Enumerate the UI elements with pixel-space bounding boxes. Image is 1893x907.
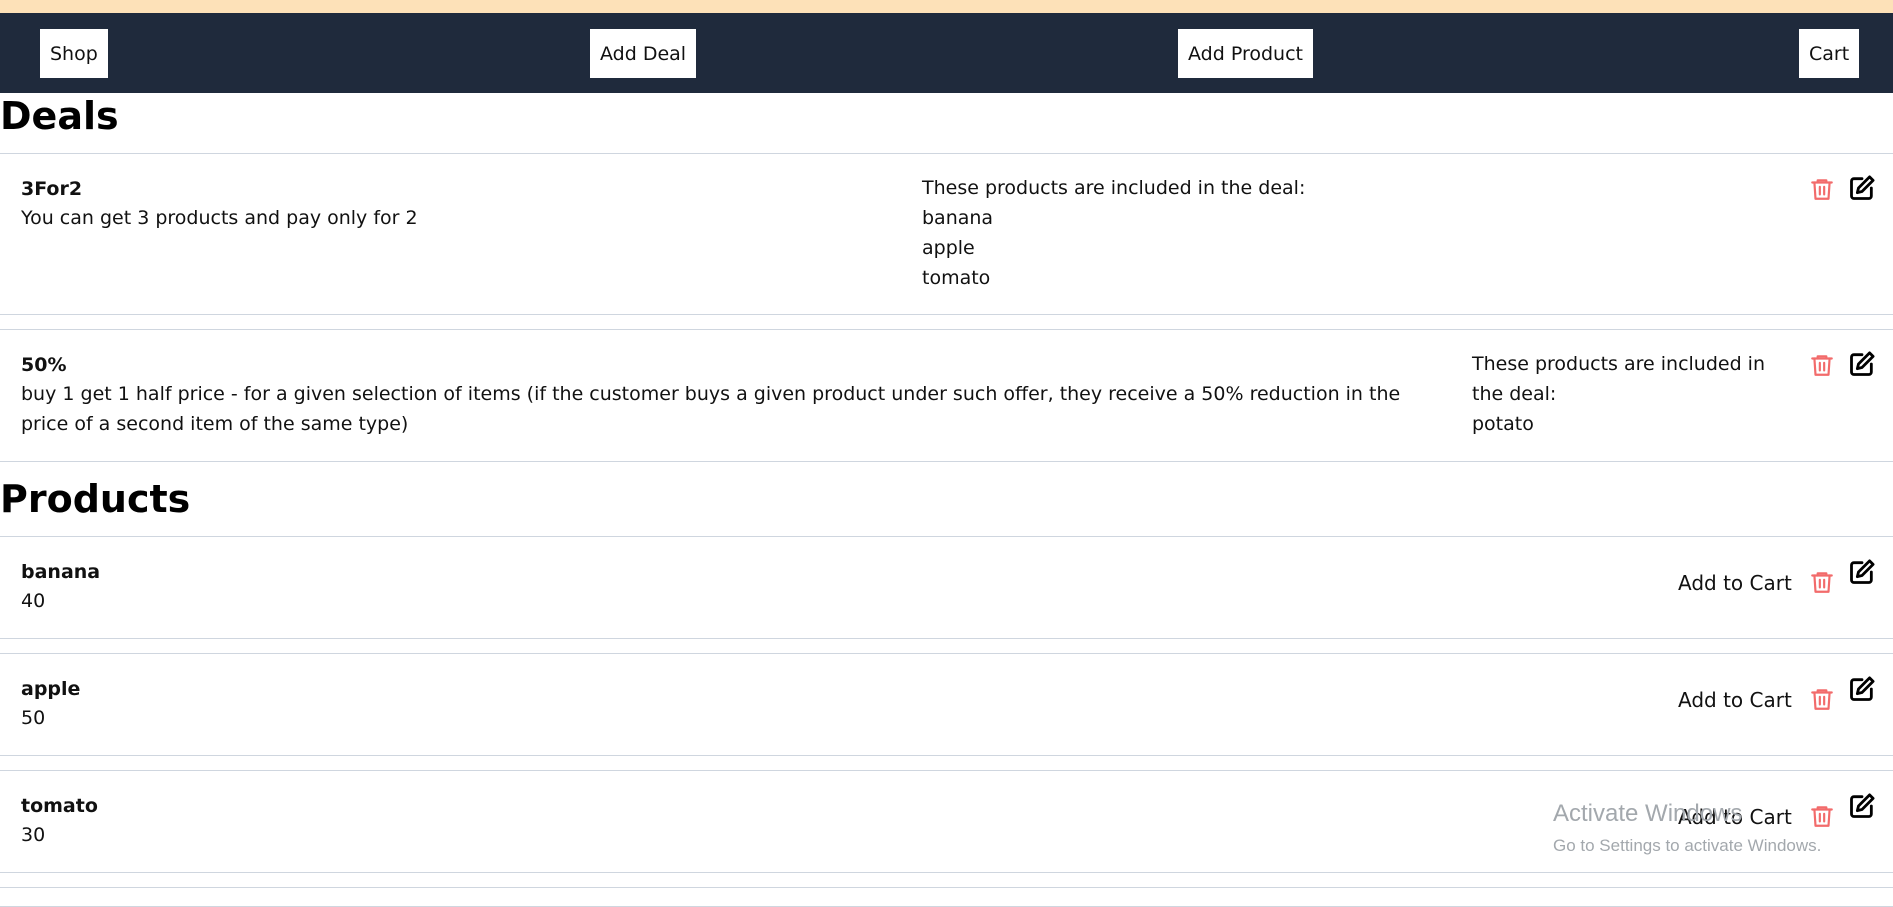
navbar: Shop Add Deal Add Product Cart [0, 13, 1893, 93]
product-price: 40 [21, 590, 46, 612]
trash-icon[interactable] [1807, 801, 1837, 831]
product-name: tomato [21, 795, 98, 817]
trash-icon[interactable] [1807, 174, 1837, 204]
product-price: 30 [21, 824, 46, 846]
deal-product-item: banana [922, 207, 994, 229]
add-product-button[interactable]: Add Product [1178, 29, 1313, 78]
trash-icon[interactable] [1807, 350, 1837, 380]
add-deal-button[interactable]: Add Deal [590, 29, 697, 78]
add-to-cart-button[interactable]: Add to Cart [1678, 571, 1792, 595]
product-card: apple 50 Add to Cart [0, 653, 1893, 756]
add-to-cart-button[interactable]: Add to Cart [1678, 805, 1792, 829]
deal-products: These products are included in the deal:… [922, 173, 1305, 293]
deal-products-heading: These products are included in the deal: [1472, 353, 1766, 405]
product-name: apple [21, 678, 81, 700]
deal-product-item: potato [1472, 413, 1534, 435]
deals-heading: Deals [0, 94, 119, 138]
product-price: 50 [21, 707, 46, 729]
trash-icon[interactable] [1807, 684, 1837, 714]
product-name: banana [21, 561, 101, 583]
edit-icon[interactable] [1847, 349, 1877, 379]
deal-card: 50% buy 1 get 1 half price - for a given… [0, 329, 1893, 462]
deal-product-item: tomato [922, 267, 991, 289]
cart-button[interactable]: Cart [1799, 29, 1860, 78]
edit-icon[interactable] [1847, 791, 1877, 821]
deal-card: 3For2 You can get 3 products and pay onl… [0, 153, 1893, 315]
deal-name: 50% [21, 354, 67, 376]
edit-icon[interactable] [1847, 173, 1877, 203]
edit-icon[interactable] [1847, 674, 1877, 704]
trash-icon[interactable] [1807, 567, 1837, 597]
top-strip [0, 0, 1893, 13]
product-card: banana 40 Add to Cart [0, 536, 1893, 639]
deal-description: buy 1 get 1 half price - for a given sel… [21, 383, 1401, 435]
deal-products-heading: These products are included in the deal: [922, 177, 1306, 199]
deal-name: 3For2 [21, 178, 83, 200]
deal-product-item: apple [922, 237, 975, 259]
shop-button[interactable]: Shop [40, 29, 108, 78]
product-card [0, 887, 1893, 907]
edit-icon[interactable] [1847, 557, 1877, 587]
product-card: tomato 30 Add to Cart [0, 770, 1893, 873]
add-to-cart-button[interactable]: Add to Cart [1678, 688, 1792, 712]
deal-products: These products are included in the deal:… [1472, 349, 1792, 439]
products-heading: Products [0, 477, 191, 521]
deal-description: You can get 3 products and pay only for … [21, 207, 418, 229]
